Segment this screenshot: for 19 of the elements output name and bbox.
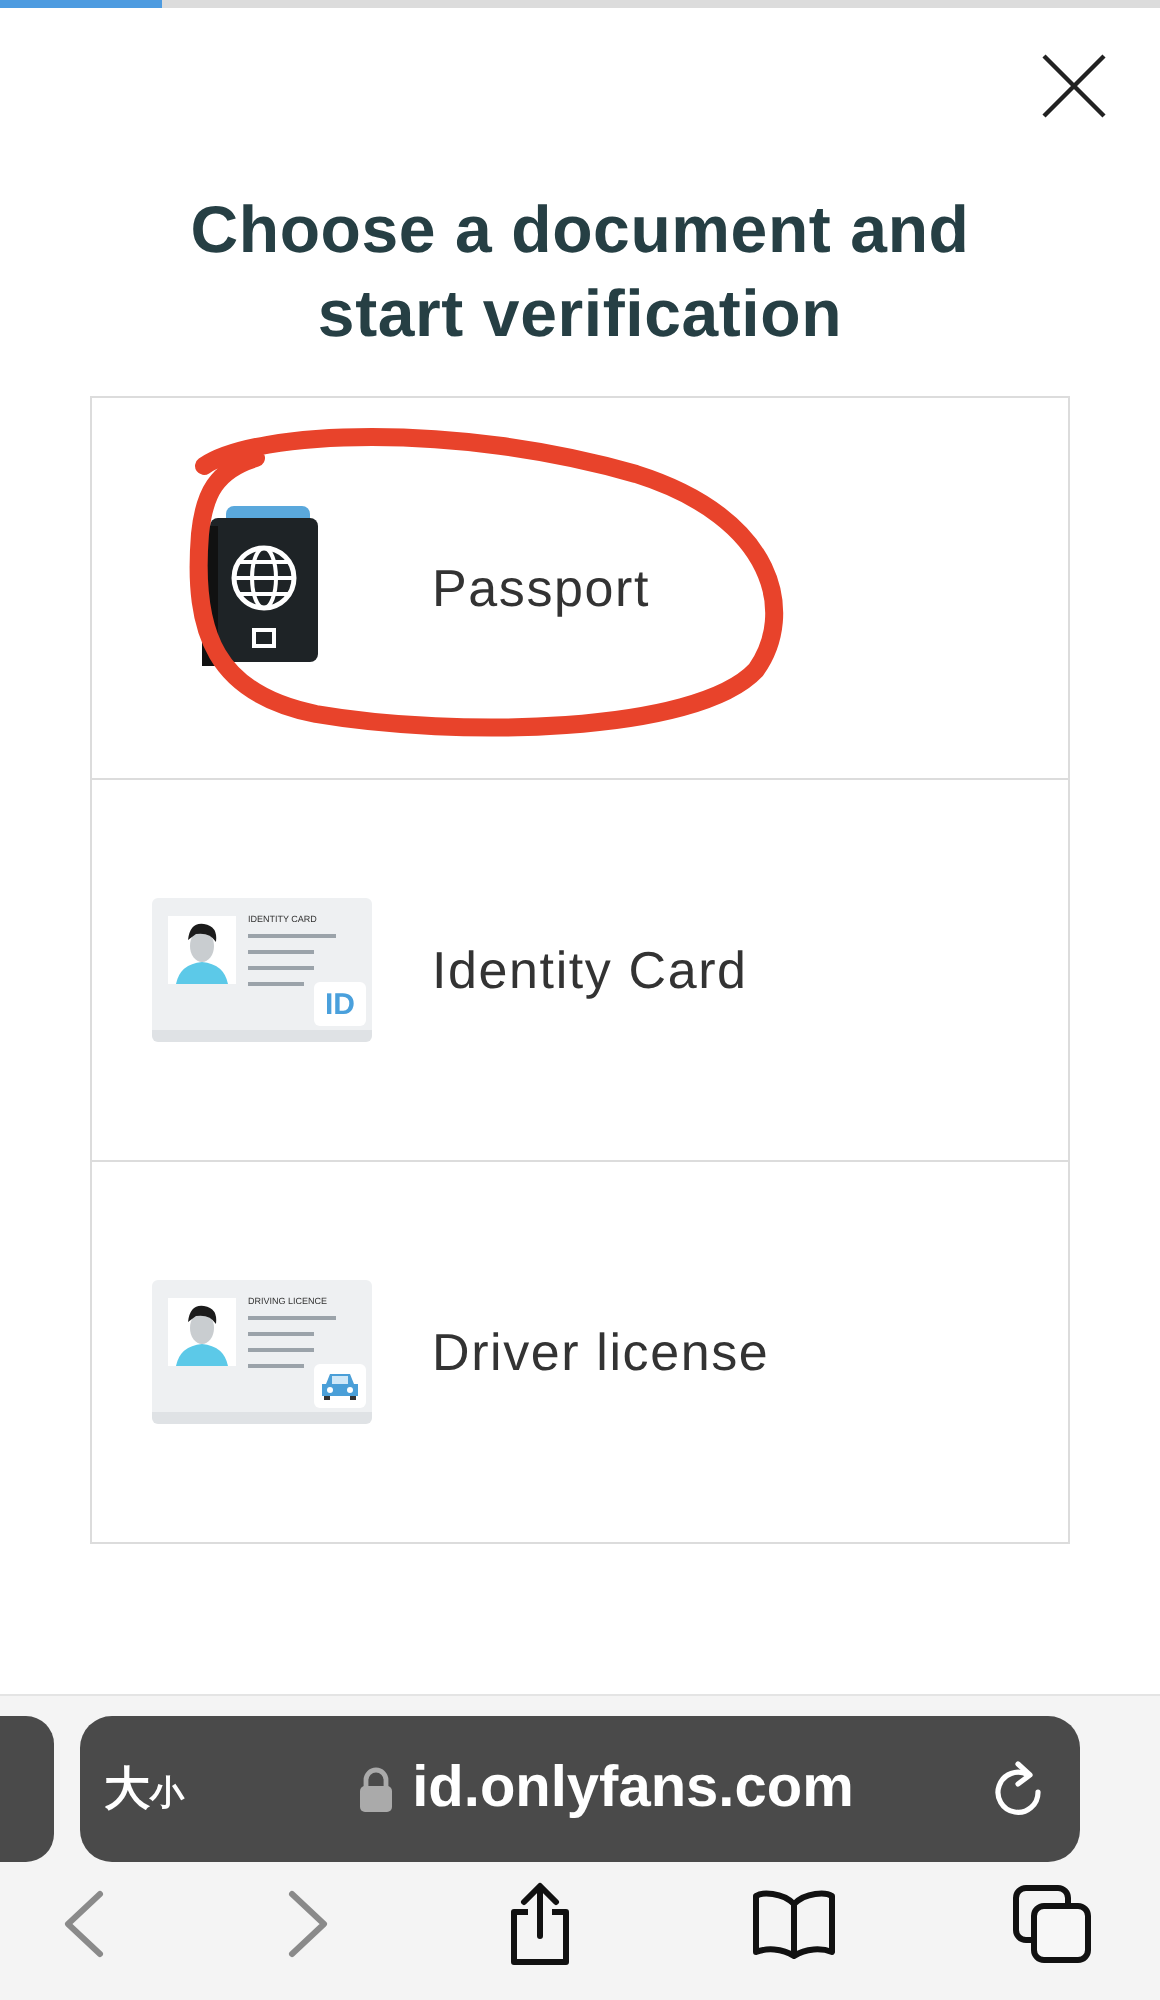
document-label: Identity Card bbox=[432, 939, 748, 1001]
close-button[interactable] bbox=[1040, 52, 1108, 120]
share-icon[interactable] bbox=[506, 1882, 574, 1966]
bookmarks-icon[interactable] bbox=[749, 1888, 837, 1960]
lock-icon bbox=[358, 1765, 395, 1813]
avatar-icon bbox=[168, 1298, 236, 1366]
previous-tab[interactable] bbox=[0, 1716, 54, 1862]
avatar-icon bbox=[168, 916, 236, 984]
id-badge: ID bbox=[314, 982, 366, 1026]
close-icon bbox=[1040, 52, 1108, 120]
text-size-button[interactable]: 大小 bbox=[104, 1758, 184, 1820]
car-icon bbox=[320, 1372, 360, 1400]
document-label: Passport bbox=[432, 557, 651, 619]
url-text: id.onlyfans.com bbox=[412, 1756, 854, 1822]
document-option[interactable]: Passport bbox=[92, 398, 1068, 778]
tabs-icon[interactable] bbox=[1012, 1884, 1092, 1964]
page-title: Choose a document and start verification bbox=[188, 190, 972, 354]
document-label: Driver license bbox=[432, 1321, 770, 1383]
address-bar[interactable]: 大小 id.onlyfans.com bbox=[80, 1716, 1080, 1862]
